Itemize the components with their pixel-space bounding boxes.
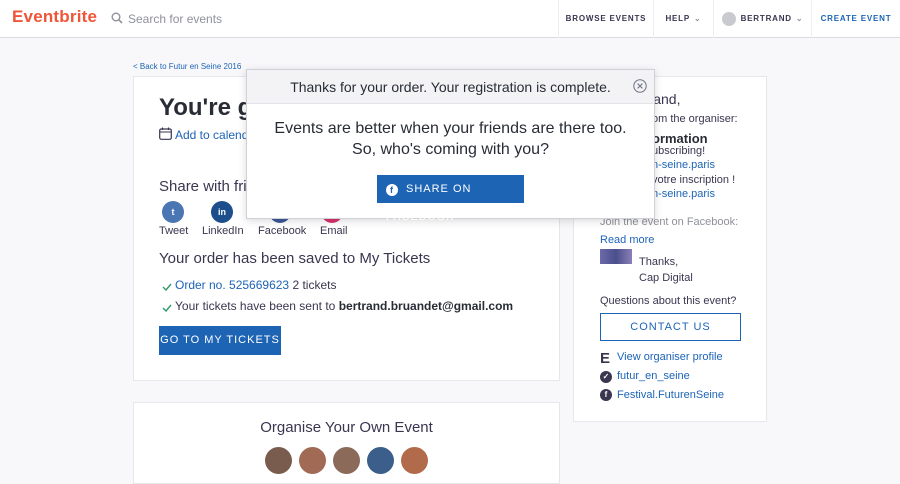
share-on-facebook-button[interactable]: f SHARE ON FACEBOOK bbox=[377, 175, 524, 223]
modal-message: Events are better when your friends are … bbox=[274, 120, 627, 158]
facebook-icon: f bbox=[386, 184, 398, 196]
modal-header: Thanks for your order. Your registration… bbox=[247, 70, 654, 104]
close-icon[interactable] bbox=[633, 79, 647, 93]
share-on-facebook-label: SHARE ON FACEBOOK bbox=[386, 183, 472, 223]
modal-title: Thanks for your order. Your registration… bbox=[290, 79, 611, 95]
share-modal: Thanks for your order. Your registration… bbox=[246, 69, 655, 223]
